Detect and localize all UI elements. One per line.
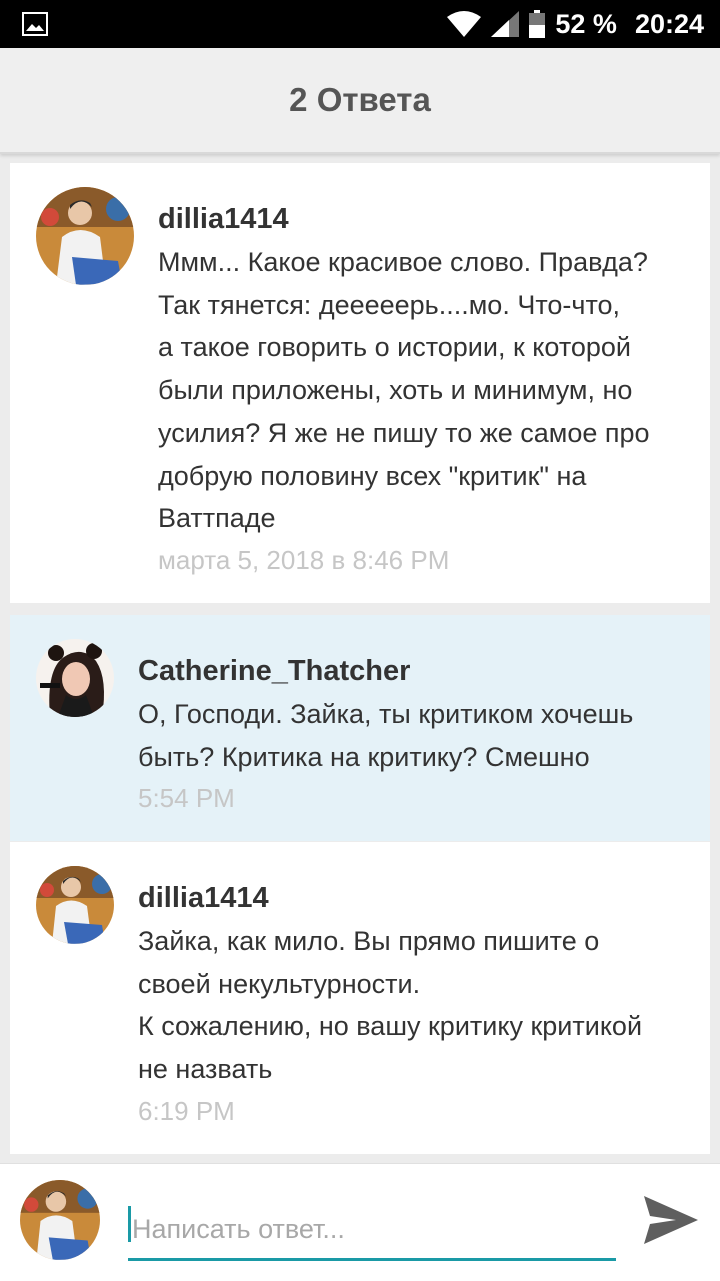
cell-signal-icon — [491, 11, 520, 37]
comment-item: Catherine_Thatcher О, Господи. Зайка, ты… — [10, 615, 710, 841]
comment-username[interactable]: Catherine_Thatcher — [138, 651, 698, 691]
comment-timestamp: марта 5, 2018 в 8:46 PM — [158, 544, 450, 575]
clock: 20:24 — [634, 8, 704, 39]
comment-item: dillia1414 Ммм... Какое красивое слово. … — [10, 163, 710, 603]
reply-input[interactable] — [128, 1200, 616, 1261]
comment-timestamp: 6:19 PM — [138, 1095, 235, 1126]
page-title: 2 Ответа — [289, 81, 431, 118]
comment-text: Ммм... Какое красивое слово. Правда? Так… — [158, 247, 650, 534]
text-cursor — [128, 1206, 131, 1242]
comment-text: О, Господи. Зайка, ты критиком хочешь бы… — [138, 699, 634, 772]
battery-percent: 52 % — [555, 8, 617, 39]
avatar[interactable] — [36, 866, 114, 944]
comment-username[interactable]: dillia1414 — [138, 878, 698, 918]
image-notification-icon — [22, 12, 48, 36]
avatar[interactable] — [36, 639, 114, 717]
comment-username[interactable]: dillia1414 — [158, 199, 698, 239]
battery-icon — [529, 10, 546, 38]
current-user-avatar — [20, 1180, 100, 1260]
comment-timestamp: 5:54 PM — [138, 783, 235, 814]
comment-item: dillia1414 Зайка, как мило. Вы прямо пиш… — [10, 842, 710, 1154]
reply-bar — [0, 1163, 720, 1281]
app-header: 2 Ответа — [0, 48, 720, 154]
send-icon[interactable] — [640, 1190, 700, 1250]
wifi-icon — [447, 11, 482, 37]
status-bar: 52 % 20:24 — [0, 0, 720, 48]
comment-text: Зайка, как мило. Вы прямо пишите о своей… — [138, 926, 643, 1085]
avatar[interactable] — [36, 187, 134, 285]
